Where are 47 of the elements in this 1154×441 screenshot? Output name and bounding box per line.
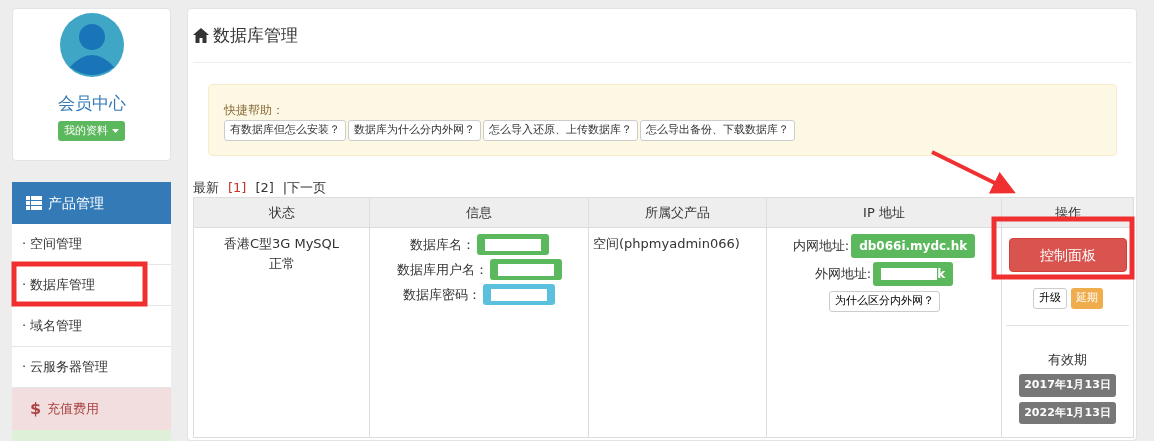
- date-badge: 2022年1月13日: [1019, 401, 1116, 424]
- validity-label: 有效期: [1047, 350, 1088, 369]
- page-link[interactable]: [2]: [255, 177, 274, 197]
- help-link-button[interactable]: 数据库为什么分内外网？: [348, 120, 481, 141]
- field-label: 数据库用户名：: [396, 260, 488, 279]
- redaction-mark: [491, 288, 547, 301]
- date-badge: 2017年1月13日: [1019, 374, 1116, 397]
- caret-icon: [111, 128, 119, 133]
- field-label: 外网地址:: [814, 265, 872, 284]
- page-link[interactable]: [1]: [228, 177, 247, 197]
- status-text: 香港C型3G MySQL: [222, 235, 341, 253]
- help-link-button[interactable]: 怎么导出备份、下载数据库？: [640, 120, 795, 141]
- recharge-item[interactable]: $ 充值费用: [12, 388, 171, 430]
- sidebar-item[interactable]: · 空间管理: [12, 224, 171, 265]
- address-badge: db066i.mydc.hk: [851, 234, 976, 258]
- avatar-icon: [59, 13, 124, 77]
- field-label: 内网地址:: [792, 237, 850, 256]
- recharge-label: 充值费用: [47, 400, 100, 419]
- redaction-mark: [881, 268, 938, 280]
- parent-product-text: 空间(phpmyadmin066): [593, 235, 741, 253]
- help-link-button[interactable]: 有数据库但怎么安装？: [224, 120, 346, 141]
- profile-title: 会员中心: [57, 92, 126, 115]
- address-badge: k: [873, 262, 954, 286]
- upgrade-button[interactable]: 升级: [1032, 288, 1067, 309]
- sidebar-item[interactable]: · 域名管理: [12, 306, 171, 347]
- dollar-icon: $: [30, 397, 42, 421]
- column-header: 所属父产品: [588, 197, 767, 228]
- home-icon: [193, 28, 209, 43]
- redaction-mark: [484, 238, 541, 251]
- page-title: 数据库管理: [213, 23, 298, 47]
- field-label: 数据库密码：: [403, 285, 481, 304]
- column-header: 状态: [193, 197, 370, 228]
- column-header: 信息: [369, 197, 589, 228]
- help-title: 快捷帮助：: [224, 102, 285, 119]
- sidebar-item[interactable]: · 数据库管理: [12, 265, 171, 306]
- control-panel-button[interactable]: 控制面板: [1008, 238, 1127, 272]
- help-button[interactable]: 为什么区分内外网？: [828, 291, 940, 312]
- column-header: IP 地址: [766, 197, 1002, 228]
- redaction-mark: [497, 263, 554, 276]
- status-text: 正常: [267, 254, 296, 273]
- sidebar-header-label: 产品管理: [48, 193, 104, 213]
- field-label: 数据库名：: [409, 235, 475, 254]
- next-page-link[interactable]: |下一页: [282, 177, 327, 197]
- latest-label: 最新: [193, 178, 219, 197]
- help-link-button[interactable]: 怎么导入还原、上传数据库？: [483, 120, 638, 141]
- sidebar-header[interactable]: 产品管理: [12, 182, 171, 224]
- list-icon: [26, 196, 42, 210]
